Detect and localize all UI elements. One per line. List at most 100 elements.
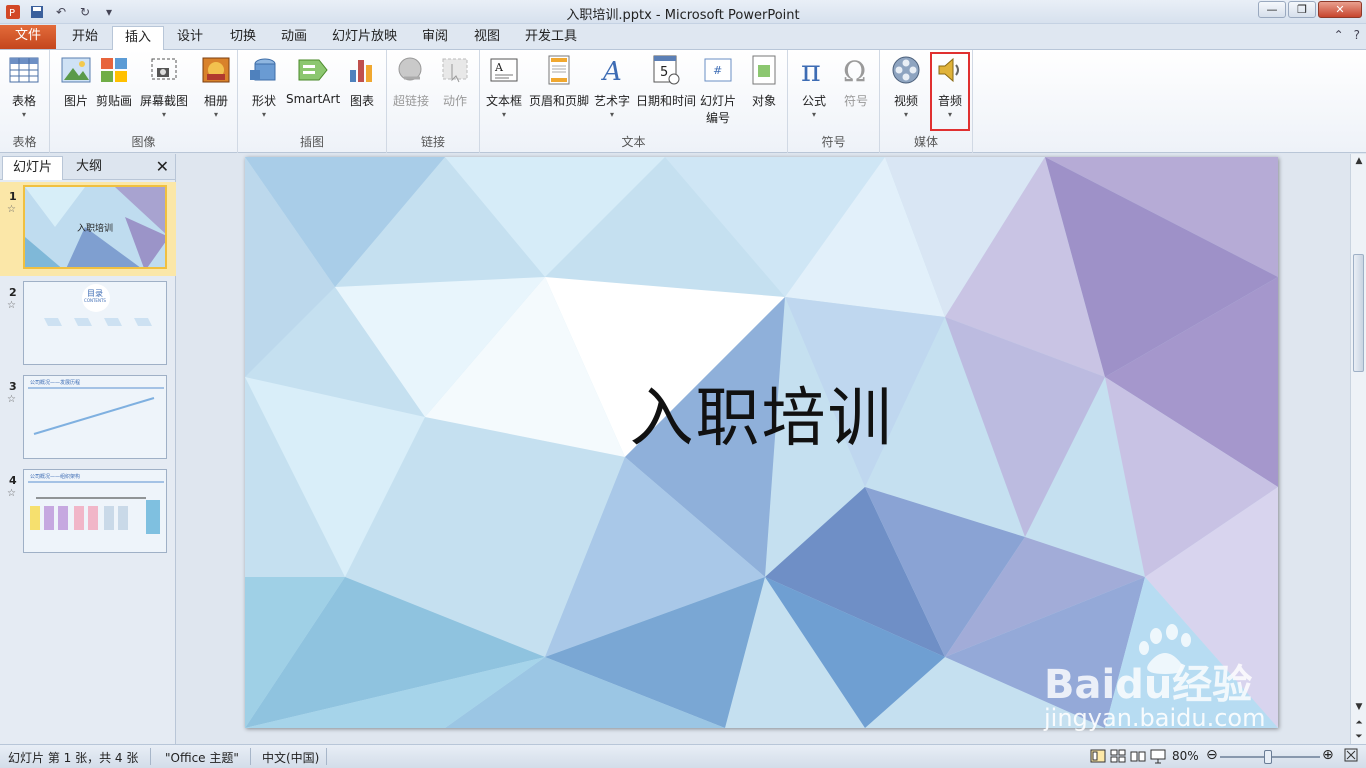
picture-button[interactable]: 图片 [60,54,92,109]
baidu-watermark: Baidu经验 jingyan.baidu.com [1040,622,1300,732]
restore-button[interactable]: ❐ [1288,1,1316,18]
film-reel-icon [890,54,922,86]
clipart-button[interactable]: 剪贴画 [96,54,132,109]
svg-text:5: 5 [660,65,668,80]
tab-view[interactable]: 视图 [462,26,512,50]
object-icon [748,54,780,86]
tab-file[interactable]: 文件 [0,25,56,49]
theme-name[interactable]: "Office 主题" [165,749,239,766]
help-icon[interactable]: ? [1354,28,1360,42]
reading-view-icon[interactable] [1130,748,1146,767]
svg-text:#: # [713,64,722,77]
slide-sorter-icon[interactable] [1110,748,1126,767]
slide-thumbnail-4[interactable]: 4 ☆ 公司概况——组织架构 [0,466,176,560]
smartart-button[interactable]: SmartArt [286,54,340,106]
hyperlink-button[interactable]: 超链接 [393,54,429,109]
panel-tabs: 幻灯片 大纲 ✕ [0,154,175,180]
zoom-out-icon[interactable]: ⊖ [1206,747,1218,763]
tab-animations[interactable]: 动画 [269,26,319,50]
date-time-button[interactable]: 5 日期和时间 [636,54,696,109]
window-title: 入职培训.pptx - Microsoft PowerPoint [566,8,800,23]
slide-number-button[interactable]: # 幻灯片 编号 [700,54,736,126]
textbox-icon: A [488,54,520,86]
clipart-icon [98,54,130,86]
thumb-preview: 目录 CONTENTS [23,281,167,365]
watermark-url: jingyan.baidu.com [1044,704,1266,732]
group-symbols: π 公式 ▾ Ω 符号 符号 [788,50,880,153]
normal-view-icon[interactable] [1090,748,1106,767]
slide-number: 1 [9,190,17,203]
prev-slide-icon[interactable]: ⏶ [1351,716,1366,730]
fit-slide-icon[interactable] [1344,748,1358,765]
group-image: 图片 剪贴画 屏幕截图 ▾ 相册 ▾ 图像 [50,50,238,153]
equation-button[interactable]: π 公式 ▾ [798,54,830,119]
scroll-up-icon[interactable]: ▲ [1351,154,1366,168]
transition-star-icon: ☆ [7,300,16,311]
slides-panel: 幻灯片 大纲 ✕ 1 ☆ 入职培训 2 ☆ 目录 CONTENTS 3 ☆ 公司… [0,154,176,744]
tab-bar-right: ⌃ ? [1334,28,1360,42]
table-button[interactable]: 表格 ▾ [8,54,40,119]
group-label-symbols: 符号 [821,135,846,149]
tab-home[interactable]: 开始 [60,26,110,50]
title-bar: P ↶ ↻ ▾ 入职培训.pptx - Microsoft PowerPoint… [0,0,1366,24]
scroll-down-icon[interactable]: ▼ [1351,700,1366,714]
header-footer-button[interactable]: 页眉和页脚 [529,54,589,109]
chart-icon [346,54,378,86]
table-icon [8,54,40,86]
slide-title[interactable]: 入职培训 [245,367,1278,459]
object-button[interactable]: 对象 [748,54,780,109]
svg-text:Ω: Ω [843,55,866,85]
ribbon-tab-bar: 文件 开始 插入 设计 切换 动画 幻灯片放映 审阅 视图 开发工具 ⌃ ? [0,24,1366,51]
group-links: 超链接 动作 链接 [387,50,480,153]
thumb-preview: 入职培训 [23,185,167,269]
zoom-slider-thumb[interactable] [1264,750,1272,764]
thumb-preview: 公司概况——发展历程 [23,375,167,459]
language[interactable]: 中文(中国) [262,749,319,766]
vertical-scrollbar[interactable]: ▲ ▼ ⏶ ⏷ [1350,154,1366,744]
slide-number: 3 [9,380,17,393]
video-button[interactable]: 视频 ▾ [890,54,922,119]
header-footer-icon [543,54,575,86]
calendar-icon: 5 [650,54,682,86]
tab-outline[interactable]: 大纲 [66,156,112,180]
tab-insert[interactable]: 插入 [112,26,165,51]
album-button[interactable]: 相册 ▾ [200,54,232,119]
group-label-links: 链接 [420,135,445,149]
slide-thumbnail-3[interactable]: 3 ☆ 公司概况——发展历程 [0,372,176,466]
slide-thumbnail-1[interactable]: 1 ☆ 入职培训 [0,182,176,276]
tab-transitions[interactable]: 切换 [218,26,268,50]
chart-button[interactable]: 图表 [346,54,378,109]
tab-review[interactable]: 审阅 [410,26,460,50]
tab-slideshow[interactable]: 幻灯片放映 [320,26,409,50]
next-slide-icon[interactable]: ⏷ [1351,730,1366,744]
tab-design[interactable]: 设计 [165,26,215,50]
minimize-button[interactable]: — [1258,1,1286,18]
wordart-button[interactable]: A 艺术字 ▾ [594,54,630,119]
slide-number: 2 [9,286,17,299]
panel-close-icon[interactable]: ✕ [156,157,169,176]
group-table: 表格 ▾ 表格 [0,50,50,153]
slideshow-icon[interactable] [1150,748,1166,767]
smartart-icon [297,54,329,86]
picture-icon [60,54,92,86]
wordart-icon: A [596,54,628,86]
shapes-icon [248,54,280,86]
svg-text:π: π [801,55,821,85]
zoom-level[interactable]: 80% [1172,749,1199,763]
zoom-in-icon[interactable]: ⊕ [1322,747,1334,763]
shapes-button[interactable]: 形状 ▾ [248,54,280,119]
minimize-ribbon-icon[interactable]: ⌃ [1334,28,1344,42]
close-button[interactable]: ✕ [1318,1,1362,18]
textbox-button[interactable]: A 文本框 ▾ [486,54,522,119]
audio-highlight-box [930,52,970,131]
tab-slides[interactable]: 幻灯片 [2,156,64,180]
action-button[interactable]: 动作 [439,54,471,109]
scroll-thumb[interactable] [1353,254,1364,372]
svg-text:A: A [601,57,622,84]
group-label-table: 表格 [12,135,37,149]
status-bar: 幻灯片 第 1 张，共 4 张 "Office 主题" 中文(中国) 80% ⊖… [0,744,1366,768]
screenshot-button[interactable]: 屏幕截图 ▾ [140,54,188,119]
symbol-button[interactable]: Ω 符号 [840,54,872,109]
tab-developer[interactable]: 开发工具 [513,26,589,50]
slide-thumbnail-2[interactable]: 2 ☆ 目录 CONTENTS [0,278,176,372]
